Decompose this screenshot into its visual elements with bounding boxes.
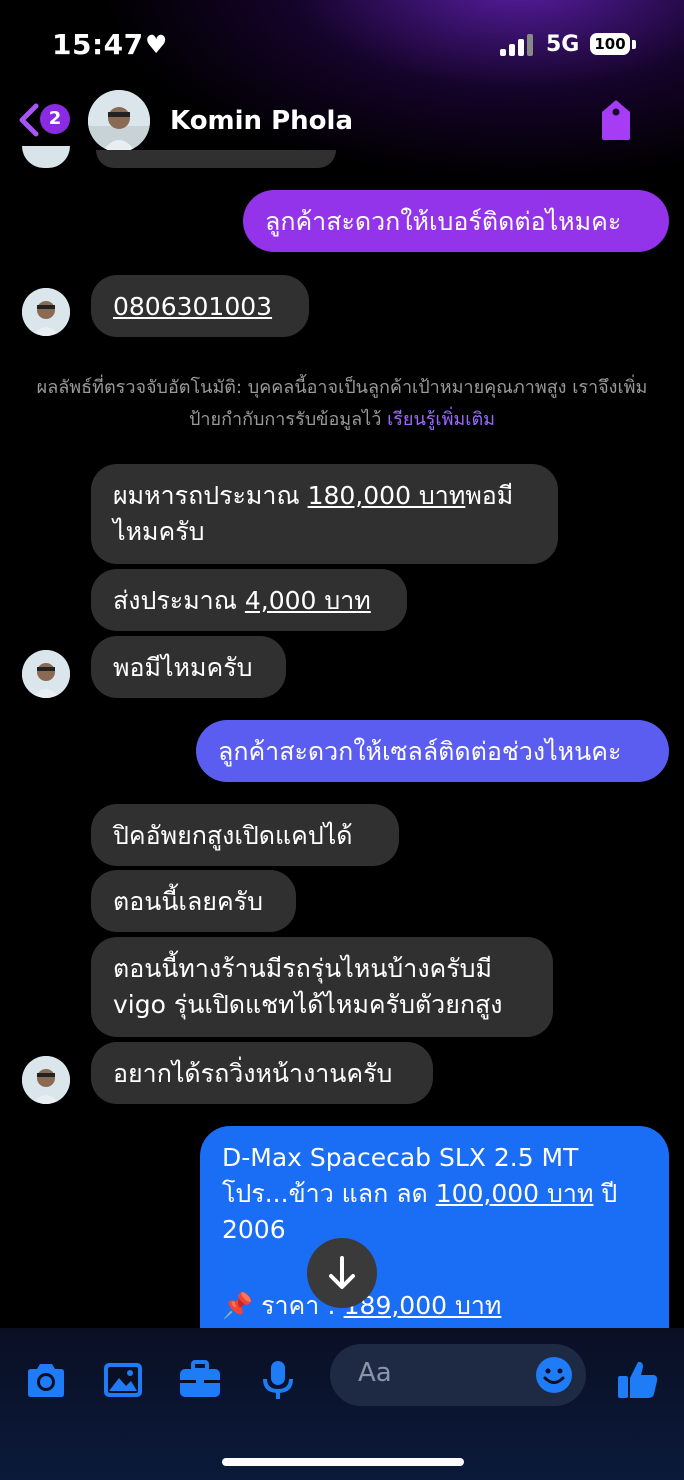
- message-incoming[interactable]: อยากได้รถวิ่งหน้างานครับ: [91, 1042, 433, 1104]
- learn-more-link[interactable]: เรียนรู้เพิ่มเติม: [387, 409, 495, 430]
- message-incoming[interactable]: พอมีไหมครับ: [91, 636, 286, 698]
- unread-badge[interactable]: 2: [40, 104, 70, 134]
- scroll-down-icon: [329, 1256, 355, 1289]
- message-outgoing-listing[interactable]: D-Max Spacecab SLX 2.5 MT โปร...ข้าว แลก…: [200, 1126, 669, 1356]
- network-type: 5G: [546, 32, 580, 57]
- status-time: 15:47: [52, 28, 144, 61]
- thumbs-up-icon[interactable]: [616, 1358, 660, 1402]
- message-incoming-phone[interactable]: 0806301003: [91, 275, 309, 337]
- amount-link[interactable]: 100,000 บาท: [436, 1179, 594, 1208]
- contact-name[interactable]: Komin Phola: [170, 106, 353, 136]
- message-outgoing[interactable]: ลูกค้าสะดวกให้เบอร์ติดต่อไหมคะ: [243, 190, 669, 252]
- message-incoming[interactable]: ปิคอัพยกสูงเปิดแคปได้: [91, 804, 399, 866]
- heart-icon: ♥: [145, 30, 168, 59]
- home-indicator[interactable]: [222, 1458, 464, 1466]
- emoji-icon[interactable]: [534, 1355, 574, 1395]
- system-note: ผลลัพธ์ที่ตรวจจับอัตโนมัติ: บุคคลนี้อาจเ…: [36, 377, 648, 430]
- tag-icon[interactable]: [598, 98, 634, 142]
- contact-avatar-small[interactable]: [22, 1056, 70, 1104]
- message-input[interactable]: Aa: [330, 1344, 586, 1406]
- signal-icon: [500, 34, 536, 56]
- message-incoming[interactable]: ตอนนี้เลยครับ: [91, 870, 296, 932]
- amount-link[interactable]: 4,000 บาท: [245, 586, 371, 615]
- battery-tip: [632, 40, 636, 49]
- gallery-icon[interactable]: [101, 1358, 145, 1402]
- message-incoming[interactable]: ตอนนี้ทางร้านมีรถรุ่นไหนบ้างครับมี vigo …: [91, 937, 553, 1037]
- battery-icon: 100: [590, 33, 630, 55]
- contact-avatar-small[interactable]: [22, 288, 70, 336]
- amount-link[interactable]: 180,000 บาท: [308, 481, 466, 510]
- contact-avatar-small[interactable]: [22, 650, 70, 698]
- contact-avatar[interactable]: [88, 90, 150, 152]
- pin-icon: 📌: [222, 1291, 254, 1320]
- status-bar: 15:47 ♥ 5G 100: [0, 0, 684, 90]
- message-input-placeholder: Aa: [358, 1358, 392, 1388]
- message-outgoing[interactable]: ลูกค้าสะดวกให้เซลล์ติดต่อช่วงไหนคะ: [196, 720, 669, 782]
- message-incoming[interactable]: ผมหารถประมาณ 180,000 บาทพอมีไหมครับ: [91, 464, 558, 564]
- message-incoming[interactable]: ส่งประมาณ 4,000 บาท: [91, 569, 407, 631]
- camera-icon[interactable]: [24, 1358, 68, 1402]
- clipped-bubble: [96, 150, 336, 168]
- chat-header: 2 Komin Phola: [0, 88, 684, 158]
- microphone-icon[interactable]: [256, 1358, 300, 1402]
- briefcase-icon[interactable]: [178, 1358, 222, 1402]
- phone-number-link[interactable]: 0806301003: [113, 292, 272, 321]
- scroll-down-button[interactable]: [307, 1238, 377, 1308]
